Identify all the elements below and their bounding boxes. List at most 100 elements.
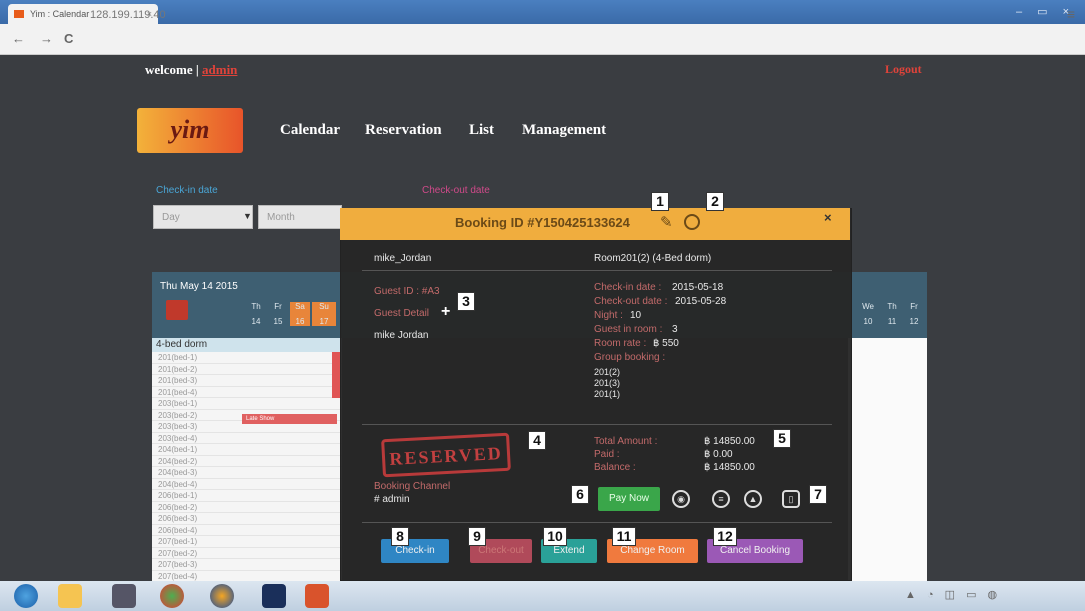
guest-detail-label: Guest Detail: [374, 308, 430, 319]
day-header: Th 14: [251, 302, 261, 326]
checkin-value: 2015-05-18: [672, 282, 724, 293]
welcome-label: welcome |: [145, 62, 199, 77]
divider: [362, 522, 832, 523]
add-guest-button[interactable]: +: [441, 303, 450, 321]
marker-11: 11: [612, 527, 636, 546]
edit-icon[interactable]: ✎: [660, 213, 678, 231]
cancel-icon[interactable]: [684, 214, 700, 230]
bed-row[interactable]: 201(bed-4): [152, 387, 342, 398]
reload-icon[interactable]: C: [64, 31, 73, 46]
rate-value: ฿ 550: [653, 338, 679, 349]
balance-label: Balance :: [594, 462, 636, 473]
system-tray[interactable]: ▲ ◔ ◫ ▭ ◍: [905, 588, 1001, 601]
checkin-day-select[interactable]: Day: [153, 205, 253, 229]
rate-label: Room rate :: [594, 338, 647, 349]
nav-management[interactable]: Management: [522, 122, 606, 139]
bed-row[interactable]: 207(bed-3): [152, 559, 342, 571]
checkin-month-select[interactable]: Month: [258, 205, 342, 229]
bed-row[interactable]: 206(bed-1): [152, 490, 342, 502]
bed-row[interactable]: 201(bed-1): [152, 352, 342, 364]
app-icon[interactable]: [112, 584, 136, 608]
welcome-text: welcome | admin: [145, 62, 237, 78]
checkout-filter-label: Check-out date: [422, 185, 490, 196]
lock-icon[interactable]: ▲: [744, 490, 762, 508]
guest-name: mike_Jordan: [374, 253, 432, 264]
explorer-icon[interactable]: [58, 584, 82, 608]
address-bar: ← → C: [0, 24, 1085, 55]
bed-row[interactable]: 207(bed-4): [152, 571, 342, 582]
bed-row[interactable]: 201(bed-2): [152, 364, 342, 375]
total-value: ฿ 14850.00: [704, 436, 755, 447]
firefox-icon[interactable]: [210, 584, 234, 608]
group-item: 201(2): [594, 367, 621, 377]
nav-calendar[interactable]: Calendar: [280, 122, 340, 139]
marker-10: 10: [543, 527, 567, 546]
powerpoint-icon[interactable]: [305, 584, 329, 608]
group-label: Group booking :: [594, 352, 666, 363]
guest-id: Guest ID : #A3: [374, 286, 440, 297]
day-header: Fr 15: [273, 302, 283, 326]
marker-8: 8: [391, 527, 409, 546]
guest-detail-name: mike Jordan: [374, 330, 429, 341]
bed-list: 201(bed-1) 201(bed-2) 201(bed-3) 201(bed…: [152, 352, 342, 581]
bed-row[interactable]: 204(bed-1): [152, 444, 342, 456]
browser-menu-icon[interactable]: ≡: [1067, 6, 1075, 22]
reserved-stamp: RESERVED: [381, 432, 511, 478]
start-button-icon[interactable]: [14, 584, 38, 608]
checkout-value: 2015-05-28: [675, 296, 727, 307]
marker-2: 2: [706, 192, 724, 211]
marker-7: 7: [809, 485, 827, 504]
group-item: 201(1): [594, 389, 621, 399]
bed-row[interactable]: 207(bed-1): [152, 536, 342, 548]
marker-9: 9: [468, 527, 486, 546]
checkin-filter-label: Check-in date: [156, 185, 218, 196]
checkout-label: Check-out date :: [594, 296, 668, 307]
calendar-date: Thu May 14 2015: [160, 281, 238, 292]
bed-row[interactable]: 206(bed-2): [152, 502, 342, 513]
bed-row[interactable]: 204(bed-2): [152, 456, 342, 467]
nav-list[interactable]: List: [469, 122, 494, 139]
bed-row[interactable]: 204(bed-4): [152, 479, 342, 490]
bed-row[interactable]: 206(bed-3): [152, 513, 342, 525]
back-icon[interactable]: ←: [12, 31, 25, 46]
bed-row[interactable]: 203(bed-4): [152, 433, 342, 444]
room-name: Room201(2) (4-Bed dorm): [594, 253, 712, 264]
app-logo[interactable]: yim: [137, 108, 243, 153]
guests-value: 3: [672, 324, 678, 335]
late-show-booking-bar[interactable]: Late Show: [242, 414, 337, 424]
night-value: 10: [630, 310, 642, 321]
day-header-weekend: Su 17: [312, 302, 336, 326]
pay-now-button[interactable]: Pay Now: [598, 487, 660, 511]
marker-3: 3: [457, 292, 475, 311]
calendar-grid-right: [848, 338, 927, 581]
booking-channel-label: Booking Channel: [374, 481, 451, 492]
bed-row[interactable]: 203(bed-1): [152, 398, 342, 410]
print-icon[interactable]: ▯: [782, 490, 800, 508]
guests-label: Guest in room :: [594, 324, 663, 335]
bed-row[interactable]: 204(bed-3): [152, 467, 342, 479]
day-header-weekend: Sa 16: [290, 302, 310, 326]
chrome-icon[interactable]: [160, 584, 184, 608]
day-header: Th 11: [887, 302, 897, 326]
nav-reservation[interactable]: Reservation: [365, 122, 442, 139]
url-input[interactable]: 128.199.119.40: [90, 6, 1050, 24]
bed-row[interactable]: 207(bed-2): [152, 548, 342, 559]
booking-bar[interactable]: [332, 352, 340, 398]
favicon-icon: [14, 10, 24, 18]
logout-link[interactable]: Logout: [885, 62, 922, 77]
marker-12: 12: [713, 527, 737, 546]
bed-row[interactable]: 201(bed-3): [152, 375, 342, 387]
booking-id-title: Booking ID #Y150425133624: [455, 215, 630, 230]
chevron-down-icon: ▼: [243, 211, 252, 221]
photoshop-icon[interactable]: [262, 584, 286, 608]
receipt-icon[interactable]: ≡: [712, 490, 730, 508]
close-icon[interactable]: ×: [824, 210, 832, 225]
calendar-icon[interactable]: [166, 300, 188, 320]
marker-4: 4: [528, 431, 546, 450]
bed-row[interactable]: 206(bed-4): [152, 525, 342, 536]
guest-icon[interactable]: ◉: [672, 490, 690, 508]
forward-icon[interactable]: →: [40, 31, 53, 46]
user-link[interactable]: admin: [202, 62, 237, 77]
balance-value: ฿ 14850.00: [704, 462, 755, 473]
room-type-row: 4-bed dorm: [152, 338, 342, 352]
